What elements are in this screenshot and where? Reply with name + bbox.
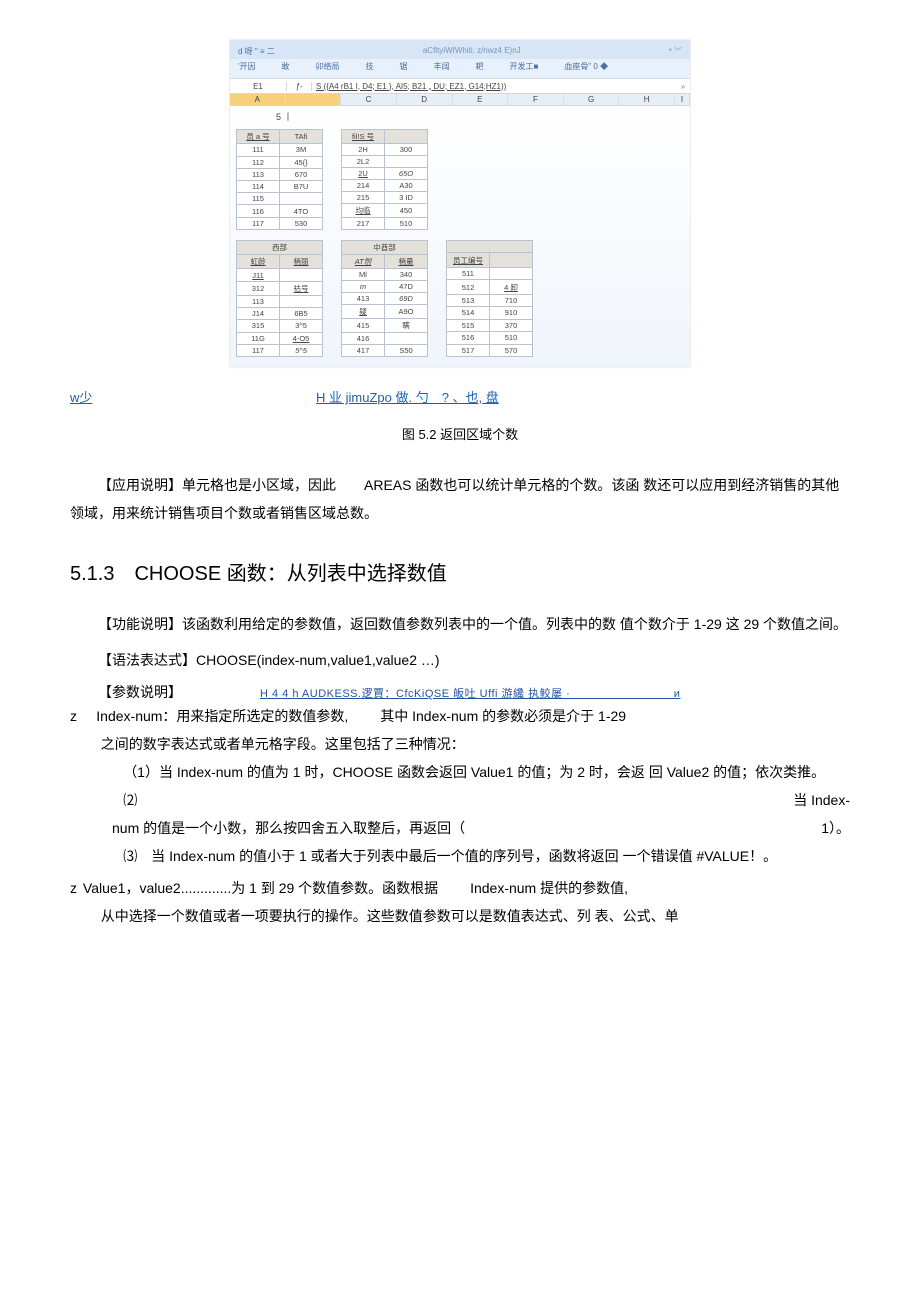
menu-item: 耙: [476, 61, 484, 72]
link-right[interactable]: H 业 jimuZpo 做. 勺 ? 、也, 盘: [316, 390, 499, 405]
text: Value1，value2.............为 1 到 29 个数值参数…: [83, 880, 438, 896]
parameter-list: z Index-num：用来指定所选定的数值参数, 其中 Index-num 的…: [70, 702, 850, 930]
sub-item-1: （1）当 Index-num 的值为 1 时，CHOOSE 函数会返回 Valu…: [101, 758, 850, 786]
data-table-right: 员工编号 511 5124 卸 513710 514910 515370 516…: [446, 240, 533, 357]
menu-item: 锯: [400, 61, 408, 72]
function-desc-paragraph: 【功能说明】该函数利用给定的参数值，返回数值参数列表中的一个值。列表中的数 值个…: [70, 610, 850, 638]
text: 当 Index-: [793, 786, 850, 814]
expand-icon: »: [676, 82, 690, 91]
param-label: 【参数说明】: [70, 682, 182, 702]
excel-screenshot: d 呀 " ≡ 二 aCfltyiWIWhiti. z/nwz4 E)nJ * …: [230, 40, 690, 367]
menu-item: 敢: [282, 61, 290, 72]
menu-item: 开发工■: [510, 61, 539, 72]
text: Index-num：用来指定所选定的数值参数,: [96, 708, 348, 724]
bullet-marker: z: [70, 874, 77, 902]
ribbon-left: d 呀 " ≡ 二: [238, 46, 275, 57]
text: num 的值是一个小数，那么按四舍五入取整后，再返回（: [112, 814, 465, 842]
data-table-west: 西部 虹龄梢丽 J11 312祜号 113 J146B5 3153^5 11G4…: [236, 240, 323, 357]
param-header-row: 【参数说明】 H 4 4 h AUDKESS.逻賈：CfcKiQSE 皈吐 Uf…: [70, 682, 850, 702]
figure-caption: 图 5.2 返回区域个数: [70, 424, 850, 443]
ribbon-right: * ﹀: [669, 46, 682, 57]
ribbon-mid: aCfltyiWIWhiti. z/nwz4 E)nJ: [289, 46, 655, 57]
grid-area: 5 丨 员 а 号TAfi 1113M 11245{} 113670 114B7…: [230, 106, 690, 367]
col-header: [286, 94, 342, 105]
text: Index-num 提供的参数值,: [470, 880, 628, 896]
inline-blue-link[interactable]: H 4 4 h AUDKESS.逻賈：CfcKiQSE 皈吐 Uffi 游纔 执…: [260, 685, 680, 701]
ribbon: d 呀 " ≡ 二 aCfltyiWIWhiti. z/nwz4 E)nJ * …: [230, 40, 690, 59]
data-table-west-top-left: 员 а 号TAfi 1113M 11245{} 113670 114B7U 11…: [236, 129, 323, 230]
text: ⑵: [123, 786, 137, 814]
link-left[interactable]: w少: [70, 390, 92, 405]
list-item: z Index-num：用来指定所选定的数值参数, 其中 Index-num 的…: [70, 702, 850, 870]
data-table-mid: 中酋部 AT刎梢量 Ml340 m47D 41369D 疑A9O 415瞒 41…: [341, 240, 428, 357]
col-header: E: [453, 94, 509, 105]
name-box: E1: [230, 82, 287, 91]
fx-icon: ƒ-: [287, 82, 312, 91]
text: 之间的数字表达式或者单元格字段。这里包括了三种情况：: [101, 730, 850, 758]
column-headers: A C D E F G H I: [230, 94, 690, 106]
text: 从中选择一个数值或者一项要执行的操作。这些数值参数可以是数值表达式、列 表、公式…: [101, 902, 850, 930]
link-line: w少 H 业 jimuZpo 做. 勺 ? 、也, 盘: [70, 387, 850, 406]
cell-value: 5 丨: [236, 108, 684, 129]
application-note-paragraph: 【应用说明】单元格也是小区域，因此 AREAS 函数也可以统计单元格的个数。该函…: [70, 471, 850, 527]
col-header: I: [675, 94, 690, 105]
bullet-marker: z: [70, 702, 92, 730]
formula-bar: E1 ƒ- S ({A4 rB1 I, D4; E1 }, AI5; B21 „…: [230, 78, 690, 94]
col-header: H: [619, 94, 675, 105]
col-header: A: [230, 94, 286, 105]
menu-item: 卯络局: [316, 61, 340, 72]
menu-item: 技: [366, 61, 374, 72]
menu-item: '开因: [238, 61, 256, 72]
menu-bar: '开因 敢 卯络局 技 锯 丰阔 耙 开发工■ 血座骨" 0 ◆: [230, 59, 690, 78]
menu-item: 血座骨" 0 ◆: [564, 61, 608, 72]
list-item: z Value1，value2.............为 1 到 29 个数值…: [70, 874, 850, 930]
data-table-top-mid: fil!S 号 2H300 2L2 2U65O 214A30 2153 ID 均…: [341, 129, 428, 230]
menu-item: 丰阔: [434, 61, 450, 72]
section-heading: 5.1.3 CHOOSE 函数：从列表中选择数值: [70, 557, 850, 586]
syntax-paragraph: 【语法表达式】CHOOSE(index-num,value1,value2 …): [70, 646, 850, 674]
text: 其中 Index-num 的参数必须是介于 1-29: [380, 708, 626, 724]
sub-item-3: ⑶ 当 Index-num 的值小于 1 或者大于列表中最后一个值的序列号，函数…: [101, 842, 850, 870]
col-header: F: [508, 94, 564, 105]
col-header: D: [397, 94, 453, 105]
formula-text: S ({A4 rB1 I, D4; E1 }, AI5; B21 „ DU; E…: [312, 82, 676, 91]
text: 1）。: [821, 814, 850, 842]
col-header: C: [341, 94, 397, 105]
sub-item-2: ⑵ 当 Index- num 的值是一个小数，那么按四舍五入取整后，再返回（ 1…: [123, 786, 850, 842]
col-header: G: [564, 94, 620, 105]
